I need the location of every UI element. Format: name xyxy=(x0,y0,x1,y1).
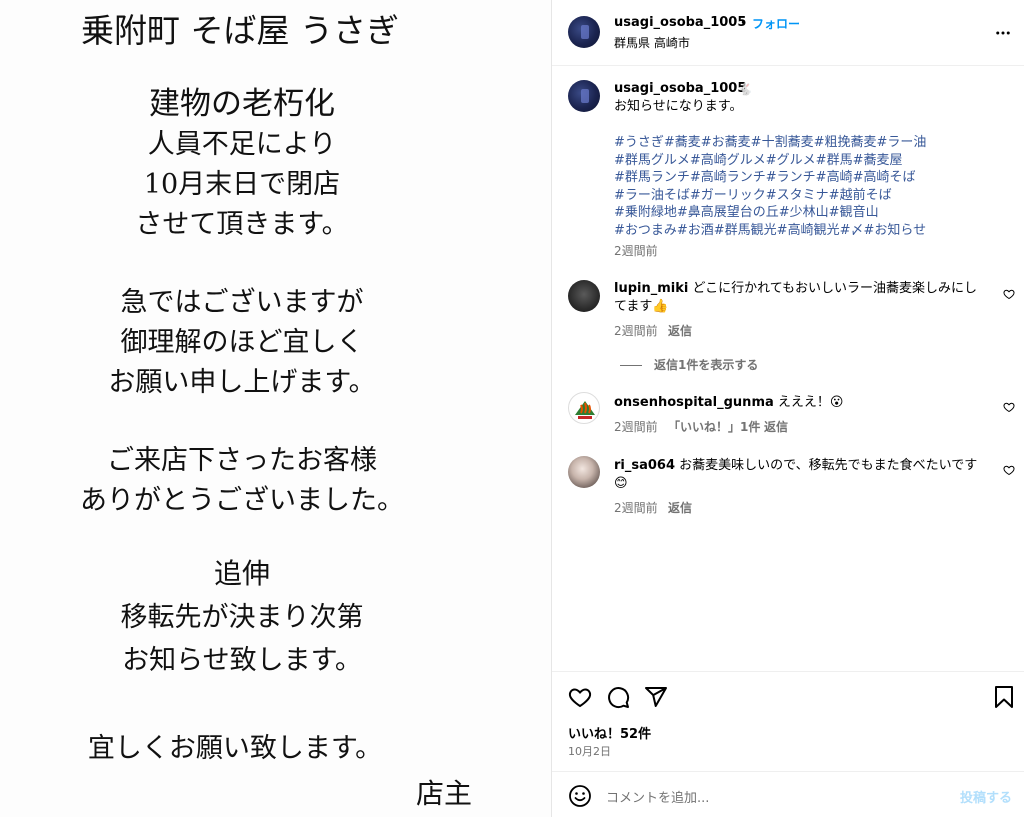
caption-username[interactable]: usagi_osoba_1005 xyxy=(614,81,746,96)
share-icon[interactable] xyxy=(644,685,668,713)
post-comment-button[interactable]: 投稿する xyxy=(960,787,1012,806)
divider-line xyxy=(620,365,642,366)
reply-button[interactable]: 返信 xyxy=(764,418,788,435)
notice-line: 御理解のほど宜しく xyxy=(120,327,364,358)
comment-like-icon[interactable] xyxy=(1003,401,1015,413)
comment-time[interactable]: 2週間前 xyxy=(614,322,658,339)
view-replies-button[interactable]: 返信1件を表示する xyxy=(620,356,758,373)
comment-text: えええ！😮 xyxy=(777,395,844,410)
notice-line: させて頂きます。 xyxy=(135,209,349,240)
caption-avatar[interactable] xyxy=(568,80,600,112)
comment-icon[interactable] xyxy=(606,685,630,713)
post-sidebar: usagi_osoba_1005 • フォロー 群馬県 高崎市 usagi_os… xyxy=(551,0,1024,817)
header-username[interactable]: usagi_osoba_1005 xyxy=(614,15,746,30)
comment-form: コメントを追加... 投稿する xyxy=(552,771,1024,817)
comment-time[interactable]: 2週間前 xyxy=(614,499,658,516)
heart-icon[interactable] xyxy=(568,685,592,713)
reply-button[interactable]: 返信 xyxy=(668,499,692,516)
hashtag-list[interactable]: #うさぎ#蕎麦#お蕎麦#十割蕎麦#粗挽蕎麦#ラー油 #群馬グルメ#高崎グルメ#グ… xyxy=(614,134,926,239)
comment-username[interactable]: lupin_miki xyxy=(614,281,688,296)
hashtag-line[interactable]: #群馬ランチ#高崎ランチ#ランチ#高崎#高崎そば xyxy=(614,169,926,187)
commenter-avatar[interactable] xyxy=(568,456,600,488)
emoji-icon[interactable] xyxy=(568,784,592,812)
notice-line: 移転先が決まり次第 xyxy=(120,602,364,633)
notice-line: 建物の老朽化 xyxy=(149,86,335,122)
post-header: usagi_osoba_1005 • フォロー 群馬県 高崎市 xyxy=(552,0,1024,66)
comment-body: lupin_miki どこに行かれてもおいしいラー油蕎麦楽しみにし てます👍 xyxy=(614,280,977,316)
notice-line: ご来店下さったお客様 xyxy=(107,445,377,476)
comment-like-icon[interactable] xyxy=(1003,288,1015,300)
comment-body: onsenhospital_gunma えええ！😮 xyxy=(614,394,843,412)
hashtag-line[interactable]: #群馬グルメ#高崎グルメ#グルメ#群馬#蕎麦屋 xyxy=(614,152,926,170)
notice-line: 10月末日で閉店 xyxy=(143,169,341,200)
caption-time[interactable]: 2週間前 xyxy=(614,242,658,259)
comment-likes-count[interactable]: 「いいね！」1件 xyxy=(668,418,760,435)
comment-text: 😊 xyxy=(614,476,628,491)
avatar[interactable] xyxy=(568,16,600,48)
more-horizontal-icon[interactable] xyxy=(994,24,1012,46)
hashtag-line[interactable]: #ラー油そば#ガーリック#スタミナ#越前そば xyxy=(614,187,926,205)
notice-line: お願い申し上げます。 xyxy=(108,367,376,398)
hashtag-line[interactable]: #乗附緑地#鼻高展望台の丘#少林山#観音山 xyxy=(614,204,926,222)
comment-body: ri_sa064 お蕎麦美味しいので、移転先でもまた食べたいです 😊 xyxy=(614,457,977,493)
notice-line: ありがとうございました。 xyxy=(80,485,404,516)
comment-like-icon[interactable] xyxy=(1003,464,1015,476)
notice-line: 宜しくお願い致します。 xyxy=(87,733,383,764)
reply-button[interactable]: 返信 xyxy=(668,322,692,339)
comment-input[interactable]: コメントを追加... xyxy=(606,787,709,806)
follow-button[interactable]: フォロー xyxy=(752,15,800,32)
view-replies-label[interactable]: 返信1件を表示する xyxy=(654,358,758,372)
comment-text: てます👍 xyxy=(614,299,669,314)
hashtag-line[interactable]: #おつまみ#お酒#群馬観光#高崎観光#〆#お知らせ xyxy=(614,222,926,240)
bookmark-icon[interactable] xyxy=(993,685,1015,713)
hashtag-line[interactable]: #うさぎ#蕎麦#お蕎麦#十割蕎麦#粗挽蕎麦#ラー油 xyxy=(614,134,926,152)
post-image[interactable]: 乗附町 そば屋 うさぎ 建物の老朽化 人員不足により 10月末日で閉店 させて頂… xyxy=(0,0,551,817)
post-date[interactable]: 10月2日 xyxy=(568,743,611,759)
notice-title: 乗附町 そば屋 うさぎ xyxy=(81,11,399,50)
actions-divider xyxy=(552,671,1024,672)
commenter-avatar[interactable] xyxy=(568,392,600,424)
notice-signature: 店主 xyxy=(415,777,473,810)
notice-line: 人員不足により xyxy=(147,129,337,160)
comment-text: お蕎麦美味しいので、移転先でもまた食べたいです xyxy=(679,458,978,473)
notice-line: 追伸 xyxy=(213,557,271,590)
comment-text: どこに行かれてもおいしいラー油蕎麦楽しみにし xyxy=(692,281,978,296)
onsen-logo-icon xyxy=(575,401,595,419)
commenter-avatar[interactable] xyxy=(568,280,600,312)
header-separator: • xyxy=(740,16,748,30)
likes-count[interactable]: いいね！52件 xyxy=(568,723,651,742)
comment-username[interactable]: onsenhospital_gunma xyxy=(614,395,774,410)
comment-time[interactable]: 2週間前 xyxy=(614,418,658,435)
notice-line: お知らせ致します。 xyxy=(122,645,362,676)
rabbit-emoji: 🐇 xyxy=(738,82,753,96)
caption-text: お知らせになります。 xyxy=(614,99,743,114)
location-label[interactable]: 群馬県 高崎市 xyxy=(614,34,690,51)
notice-line: 急ではございますが xyxy=(120,287,364,318)
comment-username[interactable]: ri_sa064 xyxy=(614,458,675,473)
